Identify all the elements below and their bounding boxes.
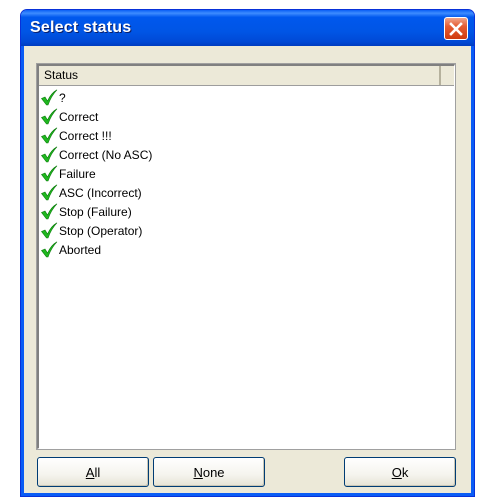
list-item-label: Aborted [59, 242, 102, 257]
list-item[interactable]: Aborted [39, 240, 454, 259]
dialog-title: Select status [30, 19, 132, 36]
status-list[interactable]: Status ? Correct Correct !!! Correct (No AS… [37, 64, 455, 449]
list-item-label: ASC (Incorrect) [59, 185, 142, 200]
dialog-body: Status ? Correct Correct !!! Correct (No AS… [25, 46, 470, 492]
none-button-mnemonic: N [193, 464, 203, 480]
list-item[interactable]: Correct (No ASC) [39, 145, 454, 164]
close-button[interactable] [444, 17, 468, 40]
list-item-label: Correct [59, 109, 99, 124]
green-checkmark-icon [41, 165, 58, 182]
list-item[interactable]: Failure [39, 164, 454, 183]
green-checkmark-icon [41, 146, 58, 163]
list-item-label: ? [59, 90, 66, 105]
all-button-label-rest: ll [94, 464, 101, 480]
all-button-mnemonic: A [85, 464, 95, 480]
list-item-label: Stop (Operator) [59, 223, 143, 238]
list-item[interactable]: Stop (Operator) [39, 221, 454, 240]
list-item-label: Stop (Failure) [59, 204, 132, 219]
list-item-label: Correct (No ASC) [59, 147, 153, 162]
list-item[interactable]: Correct !!! [39, 126, 454, 145]
green-checkmark-icon [41, 222, 58, 239]
ok-button-mnemonic: O [391, 464, 402, 480]
list-item-label: Correct !!! [59, 128, 112, 143]
list-item[interactable]: ? [39, 88, 454, 107]
list-item[interactable]: Correct [39, 107, 454, 126]
title-bar[interactable]: Select status [21, 10, 474, 46]
none-button[interactable]: None [153, 457, 265, 487]
green-checkmark-icon [41, 89, 58, 106]
list-item-label: Failure [59, 166, 96, 181]
list-item[interactable]: ASC (Incorrect) [39, 183, 454, 202]
green-checkmark-icon [41, 108, 58, 125]
ok-button[interactable]: Ok [344, 457, 456, 487]
column-header-bar: Status [39, 66, 454, 86]
select-status-dialog: Select status Status ? Correct Correct !!!… [20, 9, 475, 497]
list-item[interactable]: Stop (Failure) [39, 202, 454, 221]
column-header-status[interactable]: Status [39, 66, 441, 85]
none-button-label-rest: one [202, 464, 225, 480]
close-x-icon [449, 21, 463, 36]
green-checkmark-icon [41, 127, 58, 144]
all-button[interactable]: All [37, 457, 149, 487]
green-checkmark-icon [41, 184, 58, 201]
green-checkmark-icon [41, 203, 58, 220]
ok-button-label-rest: k [401, 464, 409, 480]
status-rows: ? Correct Correct !!! Correct (No ASC) Failu… [39, 86, 454, 259]
green-checkmark-icon [41, 241, 58, 258]
